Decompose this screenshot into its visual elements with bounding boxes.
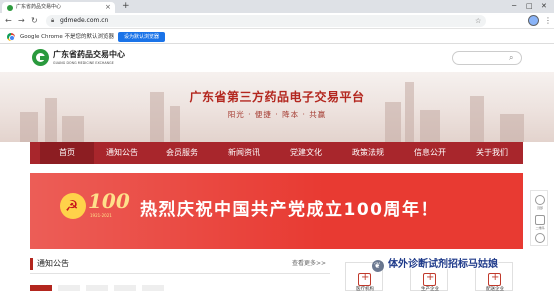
search-icon[interactable]: ⌕ [509, 52, 513, 64]
browser-menu-icon[interactable]: ⋮ [544, 15, 552, 27]
add-icon [423, 271, 436, 286]
reload-button[interactable]: ↻ [31, 15, 38, 27]
nav-item-member-services[interactable]: 会员服务 [156, 142, 208, 164]
notice-more-link[interactable]: 查看更多>> [292, 259, 326, 269]
nav-item-about[interactable]: 关于我们 [466, 142, 518, 164]
notice-tab[interactable] [114, 285, 136, 291]
site-search-input[interactable]: ⌕ [452, 51, 522, 65]
party-emblem-icon [60, 193, 86, 219]
hero-subtitle: 阳光 · 便捷 · 降本 · 共赢 [227, 110, 327, 119]
notice-tab[interactable] [142, 285, 164, 291]
quick-card-label: 配送企业 [486, 287, 504, 292]
site-logo-name[interactable]: 广东省药品交易中心 [53, 50, 125, 60]
side-qr-label[interactable]: 二维码 [532, 226, 548, 230]
watermark-text: 体外诊断试剂招标马姑娘 [388, 259, 498, 270]
infobar-text: Google Chrome 不是您的默认浏览器 [20, 34, 114, 40]
url-text[interactable]: gdmede.com.cn [60, 15, 108, 27]
new-tab-button[interactable]: + [122, 1, 130, 12]
main-nav: 首页 通知公告 会员服务 新闻资讯 党建文化 政策法规 信息公开 关于我们 [30, 142, 523, 164]
maximize-icon[interactable]: □ [526, 0, 533, 12]
notice-tab[interactable] [30, 285, 52, 291]
badge-100: 100 [88, 189, 130, 213]
notice-section-title: 通知公告 [37, 259, 69, 268]
notice-tab[interactable] [58, 285, 80, 291]
browser-toolbar: ← → ↻ 🔒︎ gdmede.com.cn ☆ ⋮ [0, 13, 554, 29]
nav-item-home[interactable]: 首页 [40, 142, 94, 164]
site-logo-english: GUANG DONG MEDICINE EXCHANGE [53, 61, 114, 65]
nav-item-party-culture[interactable]: 党建文化 [280, 142, 332, 164]
logo-icon[interactable] [32, 49, 49, 66]
add-icon [358, 271, 371, 286]
quick-card-label: 生产企业 [421, 287, 439, 292]
nav-item-notices[interactable]: 通知公告 [96, 142, 148, 164]
back-button[interactable]: ← [5, 15, 12, 27]
service-icon[interactable] [535, 233, 545, 243]
add-icon [488, 271, 501, 286]
window-close-icon[interactable]: ✕ [541, 0, 547, 12]
forward-button[interactable]: → [18, 15, 25, 27]
hero-title: 广东省第三方药品电子交易平台 [189, 90, 365, 104]
banner-title: 热烈庆祝中国共产党成立100周年！ [140, 200, 439, 220]
minimize-icon[interactable]: ─ [512, 0, 516, 12]
skyline-building [385, 102, 401, 142]
nav-item-news[interactable]: 新闻资讯 [218, 142, 270, 164]
tab-title: 广东省药品交易中心 [16, 4, 62, 10]
default-browser-infobar: Google Chrome 不是您的默认浏览器 设为默认浏览器 [0, 30, 554, 44]
watermark-logo-icon [372, 259, 384, 273]
quick-card-label: 医疗机构 [356, 287, 374, 292]
star-icon[interactable]: ☆ [475, 15, 481, 27]
browser-tabstrip: 广东省药品交易中心 × + ─ □ ✕ [0, 0, 554, 13]
celebration-banner[interactable]: 100 1921-2021 热烈庆祝中国共产党成立100周年！ [30, 173, 523, 249]
notice-tab[interactable] [86, 285, 108, 291]
top-arrow-icon[interactable] [535, 195, 545, 205]
lock-icon[interactable]: 🔒︎ [51, 15, 54, 27]
section-accent-bar [30, 258, 33, 270]
side-top-label[interactable]: 顶部 [532, 206, 548, 210]
set-default-button[interactable]: 设为默认浏览器 [118, 32, 165, 42]
chrome-icon [7, 33, 15, 41]
nav-item-policies[interactable]: 政策法规 [342, 142, 394, 164]
hero-banner: 广东省第三方药品电子交易平台 阳光 · 便捷 · 降本 · 共赢 [0, 72, 554, 142]
side-float-toolbar: 顶部 二维码 [530, 190, 548, 246]
tab-close-icon[interactable]: × [105, 2, 111, 13]
nav-item-disclosure[interactable]: 信息公开 [404, 142, 456, 164]
profile-icon[interactable] [528, 15, 539, 26]
favicon-icon [7, 5, 13, 11]
address-bar[interactable]: 🔒︎ gdmede.com.cn ☆ [46, 15, 486, 27]
site-header: 广东省药品交易中心 GUANG DONG MEDICINE EXCHANGE ⌕ [0, 44, 554, 72]
badge-years: 1921-2021 [90, 213, 112, 218]
qr-code-icon[interactable] [535, 215, 545, 225]
browser-tab[interactable]: 广东省药品交易中心 × [2, 2, 115, 13]
section-divider [30, 273, 330, 274]
